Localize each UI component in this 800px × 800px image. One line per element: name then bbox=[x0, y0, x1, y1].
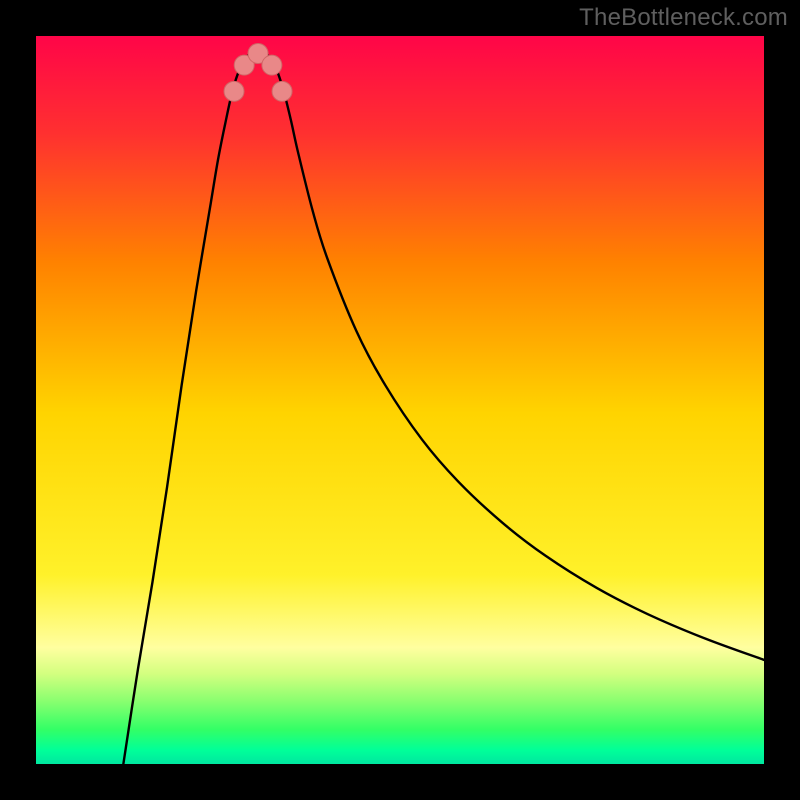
gradient-band bbox=[36, 36, 764, 575]
gradient-band bbox=[36, 575, 764, 648]
gradient-band bbox=[36, 648, 764, 764]
data-marker bbox=[272, 81, 292, 101]
plot-area bbox=[36, 36, 764, 764]
chart-svg bbox=[36, 36, 764, 764]
data-marker bbox=[224, 81, 244, 101]
watermark-text: TheBottleneck.com bbox=[579, 4, 788, 32]
chart-frame: TheBottleneck.com bbox=[0, 0, 800, 800]
data-marker bbox=[262, 55, 282, 75]
